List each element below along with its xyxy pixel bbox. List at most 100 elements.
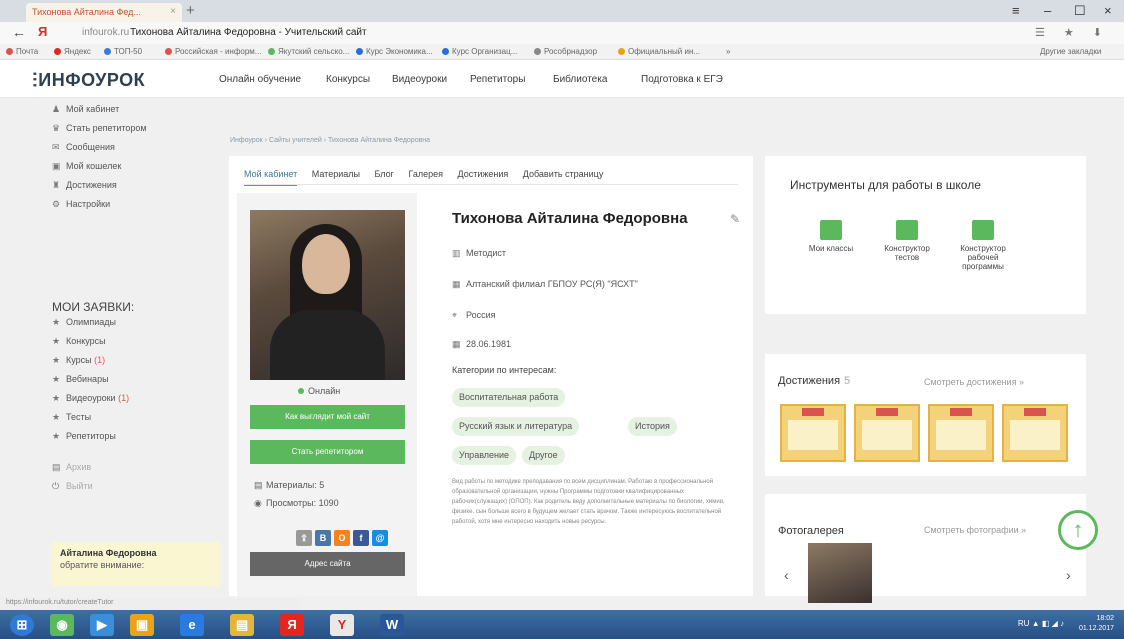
tab-materials[interactable]: Материалы: [312, 169, 360, 179]
nav-video-lessons[interactable]: Видеоуроки: [392, 74, 447, 85]
tab-add-page[interactable]: Добавить страницу: [523, 169, 604, 179]
browser-icon[interactable]: ◉: [50, 614, 74, 636]
edit-pencil-icon[interactable]: ✎: [730, 212, 740, 226]
bookmark-item[interactable]: Рособрнадзор: [534, 47, 597, 56]
profile-photo[interactable]: [250, 210, 405, 380]
explorer-icon[interactable]: ▣: [130, 614, 154, 636]
mail-ru-icon[interactable]: @: [372, 530, 388, 546]
achievements-count: 5: [844, 375, 851, 387]
become-tutor-button[interactable]: Стать репетитором: [250, 440, 405, 464]
sidebar-item-olympiads[interactable]: ★ Олимпиады: [52, 317, 116, 328]
sidebar-item-wallet[interactable]: ▣ Мой кошелек: [52, 161, 121, 172]
tool-program-builder[interactable]: Конструктор рабочей программы: [948, 220, 1018, 271]
clock[interactable]: 18:02 01.12.2017: [1079, 614, 1114, 634]
facebook-icon[interactable]: f: [353, 530, 369, 546]
sidebar-item-settings[interactable]: ⚙ Настройки: [52, 199, 110, 210]
other-bookmarks[interactable]: Другие закладки: [1040, 47, 1101, 56]
interest-tag[interactable]: Управление: [452, 446, 517, 465]
view-my-site-button[interactable]: Как выглядит мой сайт: [250, 405, 405, 429]
profile-country: ⌖ Россия: [452, 310, 496, 320]
interest-tag[interactable]: Воспитательная работа: [452, 388, 566, 407]
bookmark-favicon-icon: [6, 48, 13, 55]
sidebar-item-contests[interactable]: ★ Конкурсы: [52, 336, 106, 347]
address-bar: ← Я infourok.ru Тихонова Айталина Федоро…: [0, 22, 1124, 44]
sidebar-item-video-lessons[interactable]: ★ Видеоуроки (1): [52, 393, 129, 404]
address-bar-actions[interactable]: ☰ ★ ⬇: [1035, 26, 1110, 39]
sidebar-item-archive[interactable]: ▤ Архив: [52, 462, 91, 473]
nav-tutors[interactable]: Репетиторы: [470, 74, 525, 85]
nav-contests[interactable]: Конкурсы: [326, 74, 370, 85]
bookmark-item[interactable]: Официальный ин...: [618, 47, 700, 56]
maximize-button[interactable]: ☐: [1074, 3, 1086, 19]
sidebar-item-tutors[interactable]: ★ Репетиторы: [52, 431, 116, 442]
certificate-thumbnail[interactable]: [928, 404, 994, 462]
start-orb-icon[interactable]: ⊞: [10, 614, 34, 636]
bookmarks-overflow[interactable]: »: [726, 47, 730, 56]
tab-achievements[interactable]: Достижения: [458, 169, 509, 179]
close-button[interactable]: ×: [1104, 3, 1112, 18]
url-domain[interactable]: infourok.ru: [82, 27, 129, 38]
bookmark-favicon-icon: [104, 48, 111, 55]
sidebar-item-achievements[interactable]: ♜ Достижения: [52, 180, 117, 191]
book-icon: ▥: [452, 248, 461, 258]
tab-close-icon[interactable]: ×: [170, 6, 176, 17]
sidebar-item-webinars[interactable]: ★ Вебинары: [52, 374, 109, 385]
site-address-button[interactable]: Адрес сайта: [250, 552, 405, 576]
site-logo[interactable]: ⵗИНФОУРОК: [32, 70, 145, 91]
nav-online-learning[interactable]: Онлайн обучение: [219, 74, 301, 85]
taskbar: ⊞ ◉ ▶ ▣ e ▤ Я Y W RU ▲ ◧ ◢ ♪ 18:02 01.12…: [0, 610, 1124, 639]
bookmark-item[interactable]: Яндекс: [54, 47, 91, 56]
gallery-prev-icon[interactable]: ‹: [784, 567, 789, 583]
menu-icon[interactable]: ≡: [1012, 3, 1020, 18]
breadcrumb[interactable]: Инфоурок › Сайты учителей › Тихонова Айт…: [230, 137, 430, 144]
ie-icon[interactable]: e: [180, 614, 204, 636]
new-tab-button[interactable]: +: [186, 2, 195, 19]
bookmark-item[interactable]: Якутский сельско...: [268, 47, 349, 56]
yandex-browser-icon[interactable]: Y: [330, 614, 354, 636]
sidebar-item-logout[interactable]: ⏻ Выйти: [52, 481, 93, 492]
tool-test-builder[interactable]: Конструктор тестов: [872, 220, 942, 262]
view-photos-link[interactable]: Смотреть фотографии »: [924, 525, 1026, 535]
view-achievements-link[interactable]: Смотреть достижения »: [924, 377, 1024, 387]
odnoklassniki-icon[interactable]: О: [334, 530, 350, 546]
yandex-icon[interactable]: Я: [280, 614, 304, 636]
url-page-title[interactable]: Тихонова Айталина Федоровна - Учительски…: [130, 27, 367, 38]
share-icon[interactable]: ⇪: [296, 530, 312, 546]
tool-my-classes[interactable]: Мои классы: [796, 220, 866, 253]
calendar-program-icon: [972, 220, 994, 240]
sidebar-item-tests[interactable]: ★ Тесты: [52, 412, 91, 423]
bookmark-item[interactable]: Российская - информ...: [165, 47, 261, 56]
bookmark-item[interactable]: Курс Экономика...: [356, 47, 433, 56]
back-arrow-icon[interactable]: ←: [12, 24, 26, 40]
browser-tab[interactable]: Тихонова Айталина Фед... ×: [26, 3, 182, 22]
minimize-button[interactable]: –: [1044, 3, 1051, 18]
tab-blog[interactable]: Блог: [375, 169, 394, 179]
bookmark-item[interactable]: ТОП-50: [104, 47, 142, 56]
system-tray[interactable]: RU ▲ ◧ ◢ ♪: [1018, 619, 1064, 628]
scroll-to-top-button[interactable]: ↑: [1058, 510, 1098, 550]
vk-icon[interactable]: В: [315, 530, 331, 546]
interest-tag[interactable]: История: [628, 417, 677, 436]
tray-icons[interactable]: ▲ ◧ ◢ ♪: [1032, 619, 1064, 628]
interest-tag[interactable]: Другое: [522, 446, 565, 465]
bookmark-item[interactable]: Почта: [6, 47, 38, 56]
tab-gallery[interactable]: Галерея: [408, 169, 443, 179]
sidebar-item-become-tutor[interactable]: ♛ Стать репетитором: [52, 123, 147, 134]
certificate-thumbnail[interactable]: [854, 404, 920, 462]
sidebar-item-messages[interactable]: ✉ Сообщения: [52, 142, 115, 153]
folder-icon[interactable]: ▤: [230, 614, 254, 636]
sidebar-item-courses[interactable]: ★ Курсы (1): [52, 355, 105, 366]
bookmark-item[interactable]: Курс Организац...: [442, 47, 517, 56]
nav-library[interactable]: Библиотека: [553, 74, 607, 85]
media-player-icon[interactable]: ▶: [90, 614, 114, 636]
certificate-thumbnail[interactable]: [780, 404, 846, 462]
sidebar-item-cabinet[interactable]: ♟ Мой кабинет: [52, 104, 119, 115]
interest-tag[interactable]: Русский язык и литература: [452, 417, 580, 436]
nav-ege-prep[interactable]: Подготовка к ЕГЭ: [641, 74, 723, 85]
gallery-photo[interactable]: [808, 543, 872, 603]
yandex-logo[interactable]: Я: [38, 24, 47, 39]
language-indicator[interactable]: RU: [1018, 619, 1030, 628]
certificate-thumbnail[interactable]: [1002, 404, 1068, 462]
gallery-next-icon[interactable]: ›: [1066, 567, 1071, 583]
word-icon[interactable]: W: [380, 614, 404, 636]
